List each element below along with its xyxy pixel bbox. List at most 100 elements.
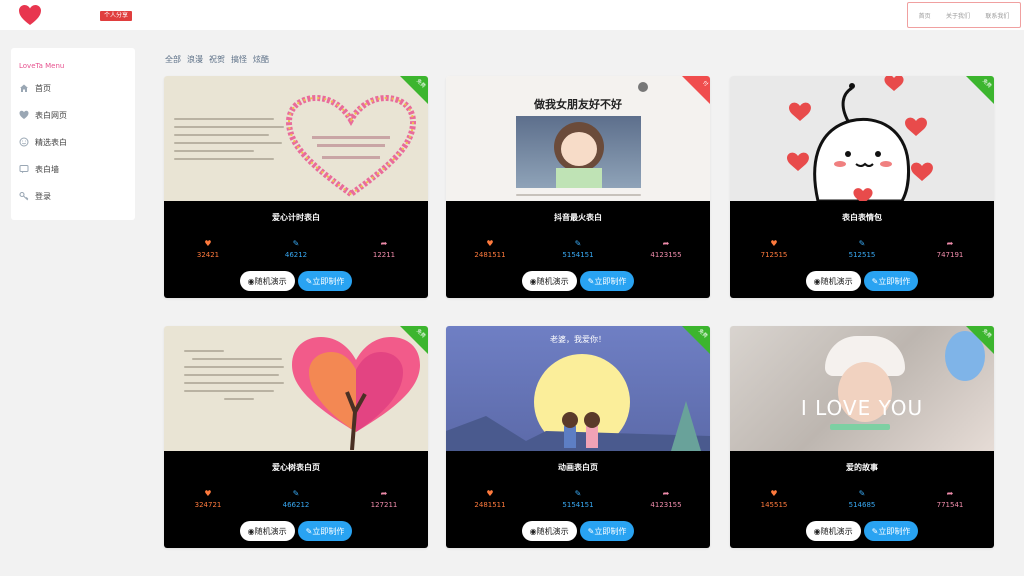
sidebar-item-label: 精选表白 bbox=[35, 137, 67, 147]
eye-icon: ◉ bbox=[813, 526, 821, 536]
share-icon: ➦ bbox=[662, 239, 670, 248]
share-count: 4123155 bbox=[650, 501, 682, 509]
filter-congrats[interactable]: 祝贺 bbox=[209, 54, 225, 65]
share-count: 4123155 bbox=[650, 251, 682, 259]
like-count: 2481511 bbox=[474, 501, 506, 509]
edit-count: 5154151 bbox=[562, 501, 594, 509]
flower-heart-icon bbox=[285, 94, 417, 198]
sidebar-item-pages[interactable]: 表白网页 bbox=[19, 108, 67, 122]
template-card[interactable]: 免费 爱心计时表白 ♥ 32421 ✎ 46212 ➦ 12211 ◉ 随机演示 ✎ 立即… bbox=[164, 76, 428, 298]
card-title: 爱心树表白页 bbox=[272, 463, 320, 472]
share-count: 771541 bbox=[936, 501, 964, 509]
make-now-button[interactable]: ✎ 立即制作 bbox=[579, 271, 635, 291]
share-icon: ➦ bbox=[946, 239, 954, 248]
card-title: 动画表白页 bbox=[558, 463, 598, 472]
random-demo-button[interactable]: ◉ 随机演示 bbox=[521, 271, 577, 291]
card-thumbnail[interactable] bbox=[164, 76, 428, 201]
card-thumbnail[interactable] bbox=[164, 326, 428, 451]
like-count: 145515 bbox=[760, 501, 788, 509]
ribbon-badge: 付 bbox=[682, 76, 710, 104]
nav-home[interactable]: 首页 bbox=[919, 11, 931, 20]
template-card[interactable]: 免费 表白表情包 ♥ 712515 ✎ 512515 ➦ 747191 ◉ 随机演示 ✎… bbox=[730, 76, 994, 298]
make-now-button[interactable]: ✎ 立即制作 bbox=[863, 521, 919, 541]
random-demo-button[interactable]: ◉ 随机演示 bbox=[521, 521, 577, 541]
card-thumbnail[interactable]: 做我女朋友好不好 bbox=[446, 76, 710, 201]
nav-contact[interactable]: 联系我们 bbox=[985, 11, 1009, 20]
sidebar-item-home[interactable]: 首页 bbox=[19, 81, 51, 95]
category-filters: 全部 浪漫 祝贺 搞怪 炫酷 bbox=[165, 54, 269, 65]
edit-icon: ✎ bbox=[871, 276, 879, 286]
sidebar-item-label: 首页 bbox=[35, 83, 51, 93]
share-count: 127211 bbox=[370, 501, 398, 509]
random-demo-button[interactable]: ◉ 随机演示 bbox=[239, 521, 295, 541]
heart-logo-icon[interactable] bbox=[18, 4, 42, 26]
edit-icon: ✎ bbox=[305, 276, 313, 286]
like-count: 2481511 bbox=[474, 251, 506, 259]
edit-icon: ✎ bbox=[587, 526, 595, 536]
template-card[interactable]: 老婆，我爱你！ 免费 动画表白页 ♥ 2481511 ✎ 5154151 ➦ 4123… bbox=[446, 326, 710, 548]
chat-icon bbox=[19, 164, 29, 174]
eye-icon: ◉ bbox=[247, 526, 255, 536]
make-now-button[interactable]: ✎ 立即制作 bbox=[579, 521, 635, 541]
edit-icon: ✎ bbox=[871, 526, 879, 536]
edit-count: 512515 bbox=[848, 251, 876, 259]
edit-count: 466212 bbox=[282, 501, 310, 509]
make-now-button[interactable]: ✎ 立即制作 bbox=[863, 271, 919, 291]
ribbon-badge: 免费 bbox=[966, 326, 994, 354]
sidebar-title: LoveTa Menu bbox=[19, 62, 65, 70]
nav-about[interactable]: 关于我们 bbox=[946, 11, 970, 20]
eye-icon: ◉ bbox=[247, 276, 255, 286]
template-card[interactable]: 免费 爱心树表白页 ♥ 324721 ✎ 466212 ➦ 127211 ◉ 随机演示 … bbox=[164, 326, 428, 548]
like-count: 324721 bbox=[194, 501, 222, 509]
heart-icon: ♥ bbox=[770, 489, 778, 498]
sidebar-item-featured[interactable]: 精选表白 bbox=[19, 135, 67, 149]
share-count: 12211 bbox=[372, 251, 396, 259]
edit-icon: ✎ bbox=[858, 489, 866, 498]
filter-all[interactable]: 全部 bbox=[165, 54, 181, 65]
eye-icon: ◉ bbox=[529, 276, 537, 286]
random-demo-button[interactable]: ◉ 随机演示 bbox=[805, 271, 861, 291]
share-icon: ➦ bbox=[662, 489, 670, 498]
edit-icon: ✎ bbox=[858, 239, 866, 248]
thumbnail-heading: 老婆，我爱你！ bbox=[550, 335, 606, 344]
edit-icon: ✎ bbox=[292, 239, 300, 248]
like-count: 32421 bbox=[196, 251, 220, 259]
template-card[interactable]: 做我女朋友好不好 付 抖音最火表白 ♥ 2481511 ✎ 5154151 ➦ 412… bbox=[446, 76, 710, 298]
heart-icon: ♥ bbox=[486, 489, 494, 498]
card-thumbnail[interactable]: I LOVE YOU bbox=[730, 326, 994, 451]
edit-icon: ✎ bbox=[574, 489, 582, 498]
card-title: 抖音最火表白 bbox=[554, 213, 602, 222]
filter-funny[interactable]: 搞怪 bbox=[231, 54, 247, 65]
edit-count: 46212 bbox=[284, 251, 308, 259]
card-thumbnail[interactable] bbox=[730, 76, 994, 201]
template-card[interactable]: I LOVE YOU 免费 爱的故事 ♥ 145515 ✎ 514685 ➦ 7715… bbox=[730, 326, 994, 548]
like-count: 712515 bbox=[760, 251, 788, 259]
top-nav: 首页 关于我们 联系我们 bbox=[907, 2, 1021, 28]
card-thumbnail[interactable]: 老婆，我爱你！ bbox=[446, 326, 710, 451]
edit-icon: ✎ bbox=[587, 276, 595, 286]
heart-icon: ♥ bbox=[204, 239, 212, 248]
heart-icon: ♥ bbox=[770, 239, 778, 248]
key-icon bbox=[19, 191, 29, 201]
eye-icon: ◉ bbox=[813, 276, 821, 286]
share-icon: ➦ bbox=[946, 489, 954, 498]
filter-cool[interactable]: 炫酷 bbox=[253, 54, 269, 65]
edit-icon: ✎ bbox=[305, 526, 313, 536]
edit-icon: ✎ bbox=[574, 239, 582, 248]
thumbnail-heading: 做我女朋友好不好 bbox=[534, 98, 622, 111]
make-now-button[interactable]: ✎ 立即制作 bbox=[297, 271, 353, 291]
sidebar-item-wall[interactable]: 表白墙 bbox=[19, 162, 59, 176]
random-demo-button[interactable]: ◉ 随机演示 bbox=[805, 521, 861, 541]
heart-icon: ♥ bbox=[486, 239, 494, 248]
top-header: 个人分享 首页 关于我们 联系我们 bbox=[0, 0, 1024, 30]
random-demo-button[interactable]: ◉ 随机演示 bbox=[239, 271, 295, 291]
sidebar-item-label: 表白墙 bbox=[35, 164, 59, 174]
filter-romantic[interactable]: 浪漫 bbox=[187, 54, 203, 65]
share-icon: ➦ bbox=[380, 239, 388, 248]
personal-share-badge: 个人分享 bbox=[100, 11, 133, 21]
sidebar-item-login[interactable]: 登录 bbox=[19, 189, 51, 203]
heart-icon: ♥ bbox=[204, 489, 212, 498]
smile-icon bbox=[19, 137, 29, 147]
make-now-button[interactable]: ✎ 立即制作 bbox=[297, 521, 353, 541]
card-title: 表白表情包 bbox=[842, 213, 882, 222]
